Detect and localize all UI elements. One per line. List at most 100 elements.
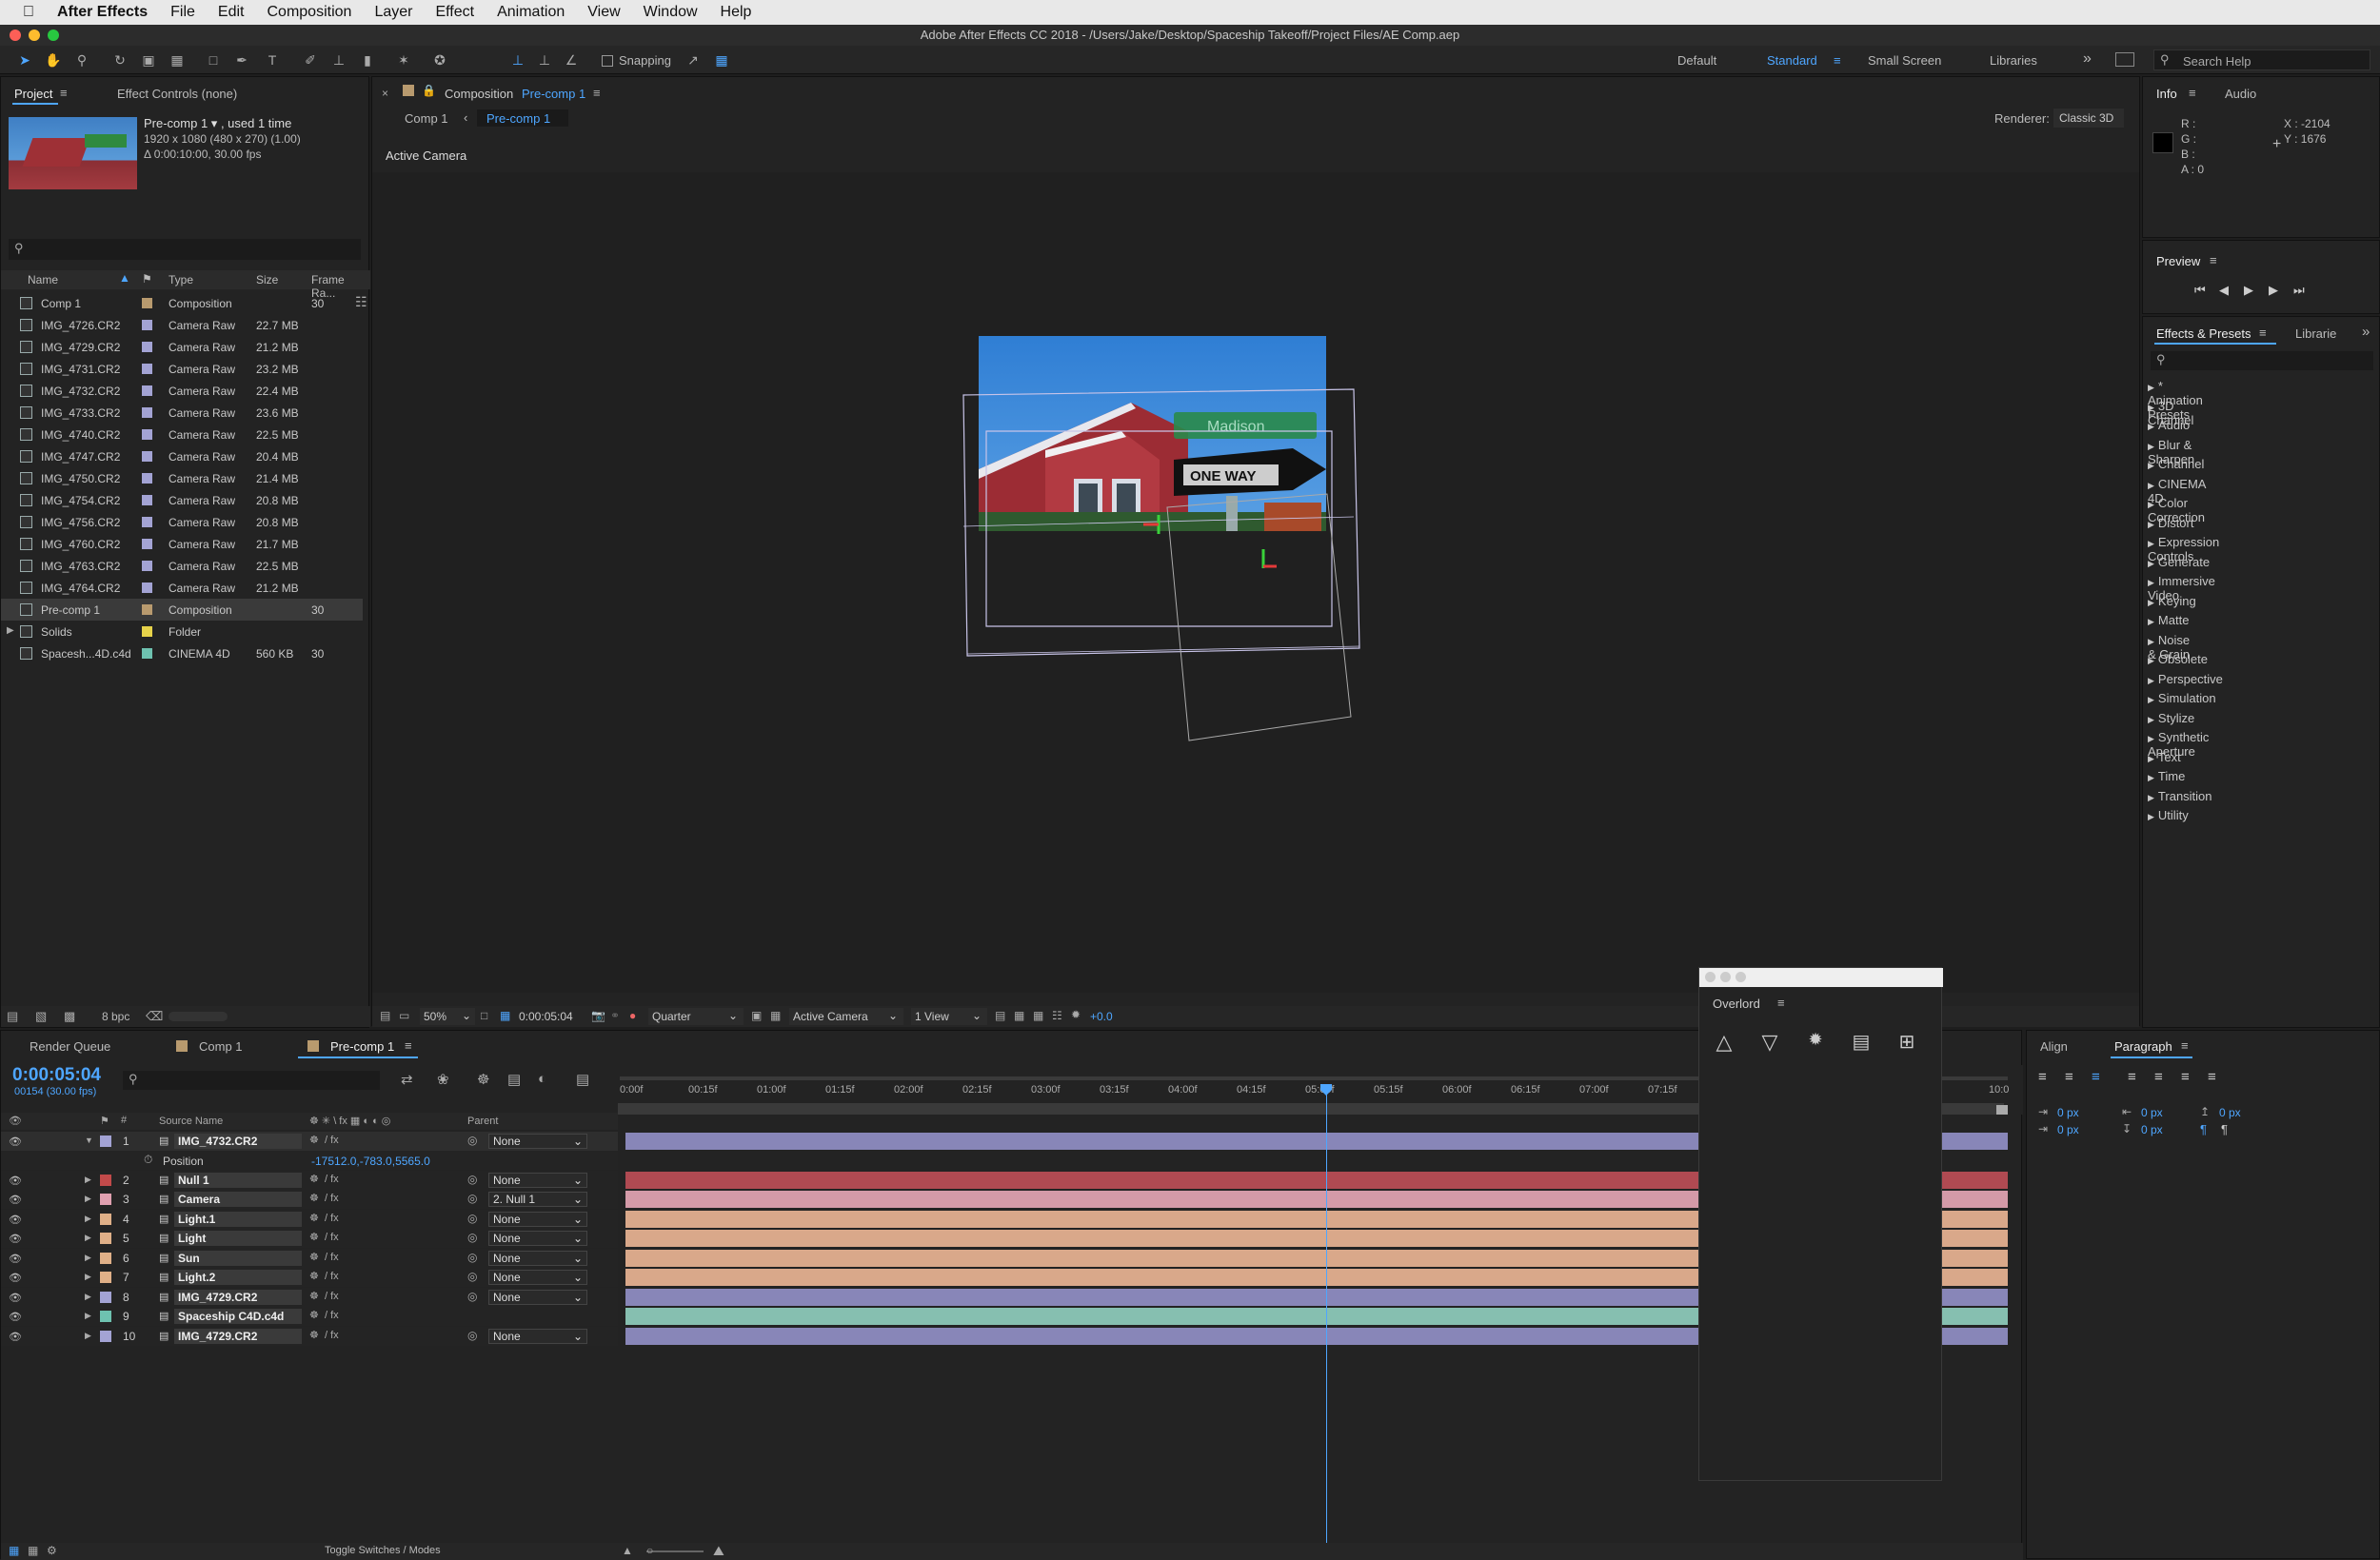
expand-triangle-icon[interactable]: ▶ <box>2148 520 2154 529</box>
layer-switches[interactable]: ☸ / fx <box>309 1192 339 1204</box>
effects-category[interactable]: ▶ Simulation <box>2148 691 2216 705</box>
project-item[interactable]: ▶ Solids Folder <box>1 621 363 642</box>
expand-triangle-icon[interactable]: ▶ <box>2148 403 2154 412</box>
zoom-slider[interactable] <box>646 1550 704 1552</box>
expand-triangle-icon[interactable]: ▶ <box>2148 793 2154 802</box>
exposure-reset-icon[interactable]: ✹ <box>1071 1008 1081 1021</box>
brush-tool-icon[interactable]: ✐ <box>301 50 320 69</box>
minimize-window-icon[interactable] <box>29 30 40 41</box>
menu-window[interactable]: Window <box>644 4 698 21</box>
eye-icon[interactable]: 👁 <box>9 1253 22 1265</box>
layer-switches[interactable]: ☸ / fx <box>309 1251 339 1263</box>
hand-tool-icon[interactable]: ✋ <box>44 50 63 69</box>
project-item[interactable]: IMG_4747.CR2 Camera Raw 20.4 MB <box>1 445 363 467</box>
show-snapshot-icon[interactable]: ⚭ <box>610 1009 620 1022</box>
pickwhip-icon[interactable]: ◎ <box>467 1173 477 1186</box>
layer-label-swatch[interactable] <box>100 1252 111 1264</box>
zoom-in-icon[interactable]: ⛰ <box>713 1543 724 1559</box>
effects-category[interactable]: ▶ Distort <box>2148 516 2193 530</box>
pickwhip-icon[interactable]: ◎ <box>467 1192 477 1205</box>
toggle-switches-modes[interactable]: Toggle Switches / Modes <box>325 1545 441 1556</box>
pickwhip-icon[interactable]: ◎ <box>467 1270 477 1283</box>
zoom-select[interactable]: 50% ⌄ <box>420 1008 475 1025</box>
expand-triangle-icon[interactable]: ▶ <box>2148 539 2154 548</box>
menu-layer[interactable]: Layer <box>374 4 412 21</box>
overlord-push-icon[interactable]: △ <box>1708 1030 1740 1058</box>
twirl-triangle-icon[interactable]: ▶ <box>85 1214 91 1224</box>
justify-left-icon[interactable]: ≡ <box>2128 1069 2136 1085</box>
layer-switches[interactable]: ☸ / fx <box>309 1134 339 1146</box>
resolution-select[interactable]: Quarter ⌄ <box>648 1008 744 1025</box>
layer-source-name[interactable]: IMG_4729.CR2 <box>174 1289 302 1305</box>
more-workspaces-icon[interactable]: » <box>2083 50 2092 68</box>
tab-project[interactable]: Project <box>14 87 52 101</box>
overlord-close-icon[interactable] <box>1705 972 1716 982</box>
timeline-layer-row[interactable]: 👁 ▶ 8 ▤ IMG_4729.CR2 ☸ / fx ◎ None ⌄ <box>1 1287 618 1307</box>
effects-category[interactable]: ▶ Stylize <box>2148 711 2194 725</box>
rotate-tool-icon[interactable]: ↻ <box>110 50 129 69</box>
layer-source-name[interactable]: IMG_4729.CR2 <box>174 1328 302 1344</box>
space-before-value[interactable]: 0 px <box>2219 1106 2241 1119</box>
twirl-triangle-icon[interactable]: ▶ <box>85 1253 91 1263</box>
tab-effects-presets[interactable]: Effects & Presets <box>2156 326 2251 341</box>
layer-source-name[interactable]: Light.1 <box>174 1211 302 1227</box>
motion-blur-icon[interactable]: ◐ <box>538 1071 546 1087</box>
effects-category[interactable]: ▶ Keying <box>2148 594 2196 608</box>
workspace-libraries[interactable]: Libraries <box>1990 53 2037 68</box>
transfer-controls-icon[interactable]: ▦ <box>28 1544 38 1557</box>
ltr-direction-icon[interactable]: ¶ <box>2200 1122 2207 1136</box>
align-center-icon[interactable]: ≡ <box>2065 1069 2073 1085</box>
new-comp-icon[interactable]: ▩ <box>64 1009 75 1024</box>
snap-option-icon[interactable]: ↗ <box>684 50 703 69</box>
workspace-menu-icon[interactable]: ≡ <box>1834 53 1841 68</box>
expand-triangle-icon[interactable]: ▶ <box>2148 773 2154 782</box>
eye-icon[interactable]: 👁 <box>9 1311 22 1323</box>
overlord-settings-icon[interactable]: ✹ <box>1799 1030 1832 1058</box>
effects-category[interactable]: ▶ Time <box>2148 769 2185 783</box>
layer-label-swatch[interactable] <box>100 1233 111 1244</box>
eye-icon[interactable]: 👁 <box>9 1175 22 1187</box>
puppet-tool-icon[interactable]: ✪ <box>430 50 449 69</box>
region-of-interest-icon[interactable]: □ <box>481 1009 487 1022</box>
exposure-value[interactable]: +0.0 <box>1090 1010 1113 1023</box>
timeline-menu-icon[interactable]: ≡ <box>405 1038 412 1053</box>
project-item[interactable]: Spacesh...4D.c4d CINEMA 4D 560 KB 30 <box>1 642 363 664</box>
layer-source-name[interactable]: IMG_4732.CR2 <box>174 1134 302 1149</box>
tab-paragraph[interactable]: Paragraph <box>2114 1039 2172 1054</box>
fast-previews-icon[interactable]: ▣ <box>751 1009 762 1022</box>
view-axis-icon[interactable]: ∠ <box>562 50 581 69</box>
tab-libraries[interactable]: Librarie <box>2295 326 2336 341</box>
tab-effect-controls[interactable]: Effect Controls (none) <box>117 87 237 101</box>
expand-triangle-icon[interactable]: ▶ <box>2148 598 2154 607</box>
comp-timecode[interactable]: 0:00:05:04 <box>519 1010 573 1023</box>
eye-icon[interactable]: 👁 <box>9 1135 22 1148</box>
expand-triangle-icon[interactable]: ▶ <box>2148 442 2154 451</box>
layer-switches[interactable]: ☸ / fx <box>309 1270 339 1282</box>
view-layout-select[interactable]: 1 View ⌄ <box>911 1008 987 1025</box>
overlord-add-icon[interactable]: ⊞ <box>1891 1030 1923 1058</box>
snap-grid-icon[interactable]: ▦ <box>712 50 731 69</box>
align-left-icon[interactable]: ≡ <box>2038 1069 2047 1085</box>
project-item[interactable]: IMG_4764.CR2 Camera Raw 21.2 MB <box>1 577 363 599</box>
layer-switches[interactable]: ☸ / fx <box>309 1290 339 1302</box>
col-name[interactable]: Name <box>28 273 58 286</box>
col-parent[interactable]: Parent <box>467 1116 498 1127</box>
pickwhip-icon[interactable]: ◎ <box>467 1290 477 1303</box>
menu-effect[interactable]: Effect <box>435 4 474 21</box>
roto-brush-tool-icon[interactable]: ✶ <box>394 50 413 69</box>
twirl-triangle-icon[interactable]: ▶ <box>85 1311 91 1321</box>
effects-category[interactable]: ▶ Channel <box>2148 457 2204 471</box>
expand-triangle-icon[interactable]: ▶ <box>2148 695 2154 704</box>
fast-draft-icon[interactable]: ▦ <box>1014 1009 1024 1022</box>
new-folder-icon[interactable]: ▧ <box>35 1009 47 1024</box>
renderer-select[interactable]: Classic 3D <box>2053 109 2124 128</box>
effects-category[interactable]: ▶ Matte <box>2148 613 2189 627</box>
effects-category[interactable]: ▶ Perspective <box>2148 672 2223 686</box>
expand-triangle-icon[interactable]: ▶ <box>2148 715 2154 724</box>
twirl-triangle-icon[interactable]: ▶ <box>85 1292 91 1302</box>
trash-icon[interactable]: ⌫ <box>146 1009 163 1024</box>
local-axis-icon[interactable]: ⊥ <box>508 50 527 69</box>
camera-tool-icon[interactable]: ▣ <box>139 50 158 69</box>
pickwhip-icon[interactable]: ◎ <box>467 1251 477 1264</box>
expand-triangle-icon[interactable]: ▶ <box>2148 559 2154 568</box>
